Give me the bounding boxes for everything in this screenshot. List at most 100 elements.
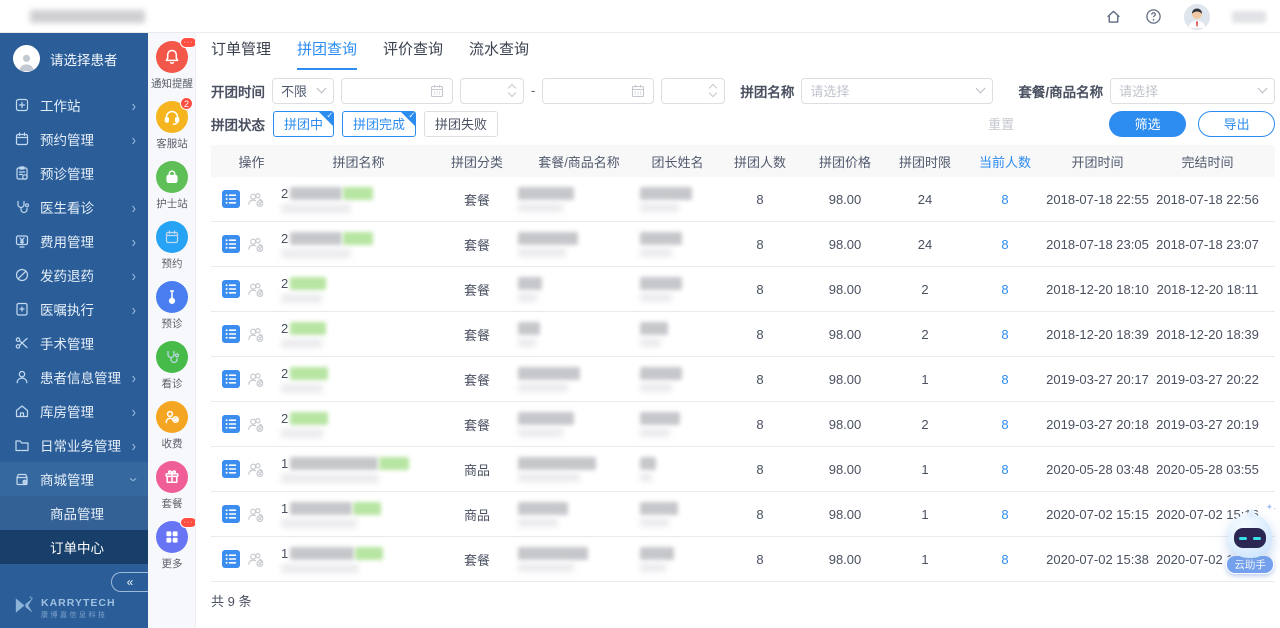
sidebar-item-order-execution[interactable]: 医嘱执行 › — [0, 292, 148, 326]
calendar-icon — [14, 131, 30, 147]
leader-name-redacted — [640, 276, 682, 302]
quickbar-item-charge[interactable]: 收费 — [148, 401, 195, 451]
open-time: 2020-07-02 15:15 — [1046, 506, 1149, 522]
column-header: 拼团人数 — [733, 154, 786, 170]
sidebar-item-workstation[interactable]: 工作站 › — [0, 88, 148, 122]
sidebar-subitem-product-mgmt[interactable]: 商品管理 — [0, 496, 148, 530]
group-detail-icon[interactable] — [222, 235, 240, 253]
disband-group-icon[interactable] — [247, 325, 265, 343]
table-header: 操作 拼团名称 拼团分类 套餐/商品名称 团长姓名 拼团人数 拼团价格 拼团时限 当前人数 开团时… — [211, 145, 1276, 177]
end-time-input[interactable] — [661, 77, 726, 104]
product-name-select[interactable]: 请选择 — [1110, 77, 1276, 104]
user-avatar[interactable] — [1184, 3, 1210, 30]
status-option-0[interactable]: 拼团中 ✓ — [273, 110, 335, 137]
tab-1[interactable]: 拼团查询 — [297, 38, 358, 70]
group-name-select[interactable]: 请选择 — [801, 77, 994, 104]
open-time: 2018-07-18 22:55 — [1046, 191, 1149, 207]
current-count-link[interactable]: 8 — [965, 507, 1045, 522]
disband-group-icon[interactable] — [247, 415, 265, 433]
export-button[interactable]: 导出 — [1198, 110, 1276, 137]
sidebar-item-warehouse-mgmt[interactable]: 库房管理 › — [0, 394, 148, 428]
time-limit: 24 — [917, 191, 933, 207]
status-option-2[interactable]: 拼团失败 — [424, 110, 499, 137]
leader-name-redacted — [640, 546, 674, 572]
sidebar-collapse-button[interactable]: « — [111, 572, 148, 592]
sidebar-item-fee-mgmt[interactable]: 费用管理 › — [0, 224, 148, 258]
table-row: 2 套餐 8 98.00 1 8 2019-03-27 20:17 2019-0… — [211, 357, 1276, 402]
help-icon[interactable] — [1144, 8, 1162, 26]
group-detail-icon[interactable] — [222, 370, 240, 388]
product-name-redacted — [518, 546, 588, 572]
quickbar-item-visit[interactable]: 看诊 — [148, 341, 195, 391]
current-count-link[interactable]: 8 — [965, 462, 1045, 477]
quickbar-item-service-station[interactable]: 2 客服站 — [148, 97, 195, 151]
product-name-redacted — [518, 501, 568, 527]
group-category: 套餐 — [463, 372, 490, 388]
sidebar-item-daily-business-mgmt[interactable]: 日常业务管理 › — [0, 428, 148, 462]
time-preset-select[interactable]: 不限 — [272, 77, 334, 104]
badge: ··· — [180, 37, 195, 48]
quickbar-item-package[interactable]: 套餐 — [148, 461, 195, 511]
column-header: 套餐/商品名称 — [538, 154, 620, 170]
sidebar-item-doctor-visit[interactable]: 医生看诊 › — [0, 190, 148, 224]
group-detail-icon[interactable] — [222, 190, 240, 208]
current-count-link[interactable]: 8 — [965, 327, 1045, 342]
current-count-link[interactable]: 8 — [965, 372, 1045, 387]
sidebar-subitem-order-center[interactable]: 订单中心 — [0, 530, 148, 564]
sidebar-item-surgery-mgmt[interactable]: 手术管理 — [0, 326, 148, 360]
filter-button[interactable]: 筛选 — [1109, 110, 1187, 137]
disband-group-icon[interactable] — [247, 550, 265, 568]
column-header: 拼团分类 — [450, 154, 503, 170]
disband-group-icon[interactable] — [247, 280, 265, 298]
sidebar-item-patient-info-mgmt[interactable]: 患者信息管理 › — [0, 360, 148, 394]
status-option-1[interactable]: 拼团完成 ✓ — [342, 110, 417, 137]
tab-0[interactable]: 订单管理 — [211, 38, 271, 70]
group-detail-icon[interactable] — [222, 505, 240, 523]
current-count-link[interactable]: 8 — [965, 237, 1045, 252]
quickbar-item-appointment[interactable]: 预约 — [148, 221, 195, 271]
tab-2[interactable]: 评价查询 — [383, 38, 443, 70]
group-detail-icon[interactable] — [222, 550, 240, 568]
calendar-icon — [156, 221, 188, 253]
finish-time: 2018-07-18 22:56 — [1156, 191, 1259, 207]
current-count-link[interactable]: 8 — [965, 192, 1045, 207]
quickbar-item-more[interactable]: ··· 更多 — [148, 517, 195, 571]
quickbar-item-notifications[interactable]: ··· 通知提醒 — [148, 37, 195, 91]
pill-icon — [14, 267, 30, 283]
quickbar-item-pre-diagnosis[interactable]: 预诊 — [148, 281, 195, 331]
group-detail-icon[interactable] — [222, 415, 240, 433]
sidebar-item-mall-mgmt[interactable]: 商城管理 › — [0, 462, 148, 496]
group-size: 8 — [756, 191, 764, 207]
group-detail-icon[interactable] — [222, 325, 240, 343]
disband-group-icon[interactable] — [247, 190, 265, 208]
home-icon[interactable] — [1104, 8, 1122, 26]
cloud-assistant-widget[interactable]: ✦˖ 云助手 — [1224, 502, 1276, 574]
disband-group-icon[interactable] — [247, 235, 265, 253]
column-header: 当前人数 — [978, 154, 1031, 170]
disband-group-icon[interactable] — [247, 505, 265, 523]
product-name-label: 套餐/商品名称 — [1018, 84, 1104, 100]
end-date-input[interactable] — [542, 77, 655, 104]
current-count-link[interactable]: 8 — [965, 552, 1045, 567]
disband-group-icon[interactable] — [247, 460, 265, 478]
sidebar-item-appointment-mgmt[interactable]: 预约管理 › — [0, 122, 148, 156]
chevron-right-icon: › — [131, 436, 136, 454]
current-count-link[interactable]: 8 — [965, 417, 1045, 432]
current-count-link[interactable]: 8 — [965, 282, 1045, 297]
product-name-redacted — [518, 186, 574, 212]
start-date-input[interactable] — [341, 77, 453, 104]
sidebar-item-pharmacy[interactable]: 发药退药 › — [0, 258, 148, 292]
sidebar-item-pre-diagnosis-mgmt[interactable]: 预诊管理 — [0, 156, 148, 190]
patient-selector[interactable]: 请选择患者 — [0, 33, 148, 82]
tab-3[interactable]: 流水查询 — [469, 38, 529, 70]
disband-group-icon[interactable] — [247, 370, 265, 388]
range-separator: - — [531, 83, 536, 98]
open-time: 2019-03-27 20:17 — [1046, 371, 1149, 387]
group-detail-icon[interactable] — [222, 460, 240, 478]
group-detail-icon[interactable] — [222, 280, 240, 298]
quickbar-item-nurse-station[interactable]: 护士站 — [148, 161, 195, 211]
product-name-redacted — [518, 231, 578, 257]
headset-icon: 2 — [156, 97, 193, 133]
reset-button[interactable]: 重置 — [988, 114, 1014, 133]
start-time-input[interactable] — [460, 77, 524, 104]
